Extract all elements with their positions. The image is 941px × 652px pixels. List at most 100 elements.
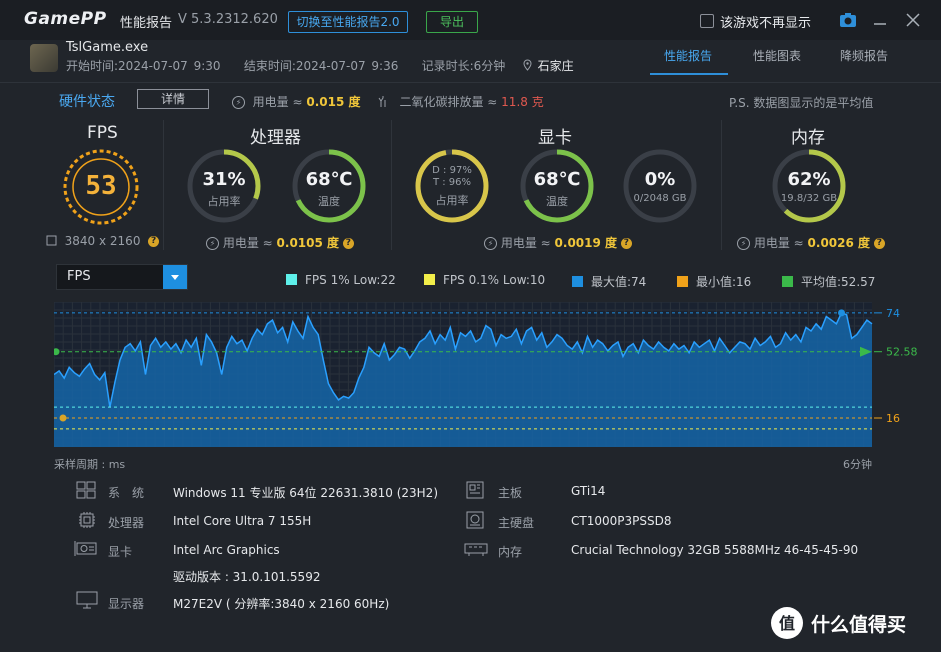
max-marker (838, 309, 846, 317)
gpu-power: ⚡ 用电量 ≈ 0.0019 度 ? (484, 234, 632, 251)
bolt-icon: ⚡ (484, 237, 497, 250)
help-icon[interactable]: ? (148, 236, 160, 247)
os-value: Windows 11 专业版 64位 22631.3810 (23H2) (173, 486, 438, 500)
y-tick-label: 16 (886, 412, 900, 425)
legend-min: 最小值:16 (677, 273, 751, 290)
window-title: 性能报告 (120, 16, 173, 31)
fps-chart: 74 52.58 16 (54, 302, 918, 447)
svg-text:值: 值 (779, 614, 795, 633)
help-icon[interactable]: ? (873, 238, 885, 249)
cpu-power: ⚡ 用电量 ≈ 0.0105 度 ? (206, 234, 354, 251)
switch-report-button[interactable]: 切换至性能报告2.0 (288, 11, 408, 33)
gpu-temp-value: 68℃ (533, 169, 581, 190)
co2-icon (378, 95, 392, 109)
chart-metric-select[interactable]: FPS (56, 264, 188, 290)
detail-button[interactable]: 详情 (137, 89, 209, 109)
help-icon[interactable]: ? (342, 238, 354, 249)
divider (0, 82, 941, 83)
legend-max: 最大值:74 (572, 273, 646, 290)
legend-swatch (677, 276, 688, 287)
cpu-icon (78, 511, 96, 533)
version-text: V 5.3.2312.620 (178, 12, 278, 27)
y-tick-label: 52.58 (886, 346, 918, 359)
gpu-temp-gauge: 68℃ 温度 (519, 148, 595, 224)
bolt-icon: ⚡ (232, 96, 245, 109)
average-note: P.S. 数据图显示的是平均值 (729, 96, 874, 110)
screen-icon (46, 234, 57, 248)
legend-swatch (572, 276, 583, 287)
fps-title: FPS (87, 123, 118, 143)
legend-avg: 平均值:52.57 (782, 273, 875, 290)
gpu-t-usage: T : 96% (432, 177, 472, 188)
board-icon (466, 481, 484, 503)
disk-icon (466, 511, 484, 533)
bolt-icon: ⚡ (737, 237, 750, 250)
legend-01pct-low: FPS 0.1% Low:10 (424, 273, 545, 287)
hide-game-label: 该游戏不再显示 (720, 16, 812, 31)
cpu-value: Intel Core Ultra 7 155H (173, 514, 312, 528)
gpu-usage-label: 占用率 (435, 194, 469, 207)
cpu-label: 处理器 (108, 516, 145, 530)
legend-swatch (286, 274, 297, 285)
co2-emission: 二氧化碳排放量 ≈ 11.8 克 (378, 93, 544, 110)
mem-title: 内存 (791, 128, 825, 148)
gpu-value: Intel Arc Graphics (173, 543, 280, 557)
help-icon[interactable]: ? (620, 238, 632, 249)
cpu-temp-value: 68℃ (305, 169, 353, 190)
legend-1pct-low: FPS 1% Low:22 (286, 273, 396, 287)
cpu-usage-gauge: 31% 占用率 (186, 148, 262, 224)
divider (163, 120, 164, 250)
tab-throttle-report[interactable]: 降频报告 (840, 47, 888, 64)
watermark-text: 什么值得买 (811, 614, 907, 636)
resolution: 3840 x 2160 ? (46, 234, 160, 248)
camera-icon[interactable] (839, 12, 857, 32)
watermark-logo: 值 (771, 607, 803, 639)
ram-value: Crucial Technology 32GB 5588MHz 46-45-45… (571, 543, 859, 557)
gpu-icon (74, 540, 98, 562)
close-icon[interactable] (906, 12, 920, 31)
y-tick-label: 74 (886, 307, 900, 320)
driver-version: 驱动版本 : 31.0.101.5592 (173, 570, 321, 584)
disk-label: 主硬盘 (498, 516, 535, 530)
gpu-vram-sub: 0/2048 GB (633, 193, 687, 204)
monitor-label: 显示器 (108, 597, 145, 611)
x-axis-right-label: 6分钟 (843, 458, 872, 471)
hw-state-label: 硬件状态 (59, 94, 115, 110)
location-pin-icon (523, 59, 538, 73)
windows-icon (76, 481, 96, 503)
minimize-icon[interactable] (872, 8, 888, 32)
monitor-icon (76, 591, 98, 613)
cpu-title: 处理器 (250, 128, 301, 148)
gpu-usage-gauge: D : 97% T : 96% 占用率 (414, 148, 490, 224)
os-label: 系 统 (108, 486, 145, 500)
total-power: ⚡ 用电量 ≈ 0.015 度 (232, 93, 360, 110)
fps-gauge: 53 (61, 147, 141, 227)
cpu-temp-gauge: 68℃ 温度 (291, 148, 367, 224)
gpu-label: 显卡 (108, 545, 133, 559)
board-label: 主板 (498, 486, 523, 500)
divider (721, 120, 722, 250)
gamepp-logo: GamePP (24, 9, 107, 29)
chart-metric-value: FPS (67, 269, 91, 284)
cpu-usage-label: 占用率 (207, 195, 241, 208)
cpu-temp-label: 温度 (318, 195, 340, 208)
ram-label: 内存 (498, 545, 523, 559)
tab-performance-chart[interactable]: 性能图表 (753, 47, 801, 64)
tab-performance-report[interactable]: 性能报告 (664, 47, 712, 64)
fps-value: 53 (85, 171, 117, 201)
title-bar: GamePP 性能报告 V 5.3.2312.620 切换至性能报告2.0 导出… (0, 0, 941, 40)
monitor-value: M27E2V ( 分辨率:3840 x 2160 60Hz) (173, 597, 390, 611)
gpu-d-usage: D : 97% (432, 165, 472, 176)
hide-game-checkbox[interactable] (700, 14, 714, 28)
game-avatar (30, 44, 58, 72)
board-value: GTi14 (571, 484, 606, 498)
chevron-down-icon[interactable] (163, 265, 187, 289)
divider (391, 120, 392, 250)
location: 石家庄 (537, 59, 574, 73)
gpu-temp-label: 温度 (546, 195, 568, 208)
gpu-vram-gauge: 0% 0/2048 GB (622, 148, 698, 224)
export-button[interactable]: 导出 (426, 11, 478, 33)
bolt-icon: ⚡ (206, 237, 219, 250)
gpu-vram-value: 0% (644, 169, 676, 190)
mem-usage-value: 62% (787, 169, 831, 190)
